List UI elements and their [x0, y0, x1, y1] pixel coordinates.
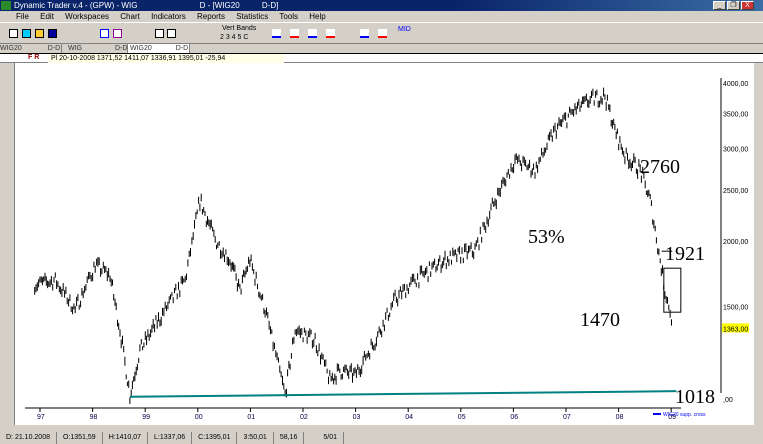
- x-tick-label: 00: [195, 414, 203, 421]
- status-field: C:1395,01: [192, 432, 238, 444]
- menu-reports[interactable]: Reports: [197, 12, 225, 21]
- tab-wig[interactable]: WIG D-D: [66, 44, 128, 53]
- trend-tool-icon-3[interactable]: [308, 29, 317, 38]
- status-field: 58,16: [274, 432, 305, 444]
- save-icon[interactable]: [48, 29, 57, 38]
- x-tick-label: 08: [616, 414, 624, 421]
- x-tick-label: 03: [353, 414, 361, 421]
- menu-tools[interactable]: Tools: [279, 12, 298, 21]
- status-field: D: 21.10.2008: [0, 432, 57, 444]
- y-tick-label: 3500,00: [723, 111, 748, 118]
- new-file-icon[interactable]: [9, 29, 18, 38]
- tab-label: WIG20: [0, 45, 22, 52]
- minimize-button[interactable]: _: [713, 1, 726, 10]
- status-field: O:1351,59: [57, 432, 103, 444]
- support-trendline: [129, 390, 677, 398]
- mid-tool-button[interactable]: MID: [398, 26, 411, 33]
- tab-wig20[interactable]: WIG20 D-D: [0, 44, 62, 53]
- chart-tabs: WIG20 D-D WIG D-D WIG20 D-D: [0, 44, 190, 53]
- status-field: H:1410,07: [103, 432, 148, 444]
- tab-period: D-D: [175, 45, 189, 52]
- status-field: 3:50,01: [237, 432, 274, 444]
- annotation-1921: 1921: [665, 243, 705, 265]
- y-tick-label: ,00: [723, 397, 733, 404]
- range-box: [663, 267, 682, 313]
- open-folder-icon[interactable]: [35, 29, 44, 38]
- annotation-53pct: 53%: [528, 226, 565, 248]
- menu-file[interactable]: File: [16, 12, 29, 21]
- x-tick-label: 04: [405, 414, 413, 421]
- flags: F R: [28, 54, 40, 61]
- menu-edit[interactable]: Edit: [40, 12, 54, 21]
- x-tick-label: 98: [90, 414, 98, 421]
- curve-tool-icon[interactable]: [113, 29, 122, 38]
- vert-bands-label: Vert Bands: [222, 25, 257, 32]
- tab-period: D-D: [115, 45, 128, 52]
- x-tick-label: 07: [563, 414, 571, 421]
- band-number-buttons[interactable]: 2 3 4 5 C: [220, 34, 248, 41]
- status-bar: D: 21.10.2008 O:1351,59 H:1410,07 L:1337,06…: [0, 432, 763, 444]
- x-tick-label: 99: [142, 414, 150, 421]
- tab-label: WIG20: [130, 45, 152, 52]
- left-tool-column: [0, 63, 15, 425]
- y-tick-label: 1500,00: [723, 305, 748, 312]
- annotation-1470: 1470: [580, 309, 620, 331]
- tab-label: WIG: [68, 45, 82, 52]
- trend-tool-icon-1[interactable]: [272, 29, 281, 38]
- trend-tool-icon-4[interactable]: [326, 29, 335, 38]
- info-bar: F R Pl 20-10-2008 1371,52 1411,07 1336,9…: [0, 53, 763, 63]
- annotation-1018: 1018: [675, 386, 715, 408]
- rectangle-tool-icon[interactable]: [155, 29, 164, 38]
- title-bar: Dynamic Trader v.4 - (GPW) - WIG D - [WI…: [0, 0, 763, 11]
- line-tool-icon[interactable]: [100, 29, 109, 38]
- menu-statistics[interactable]: Statistics: [236, 12, 268, 21]
- status-field: 5/01: [317, 432, 344, 444]
- right-tool-column: [754, 63, 763, 425]
- y-tick-label: 2000,00: [723, 239, 748, 246]
- current-price-label: 1363,00: [723, 326, 748, 333]
- window-doc-title: D - [WIG20: [199, 1, 240, 10]
- window-doc-period: D-D]: [261, 1, 279, 10]
- trend-tool-icon-2[interactable]: [290, 29, 299, 38]
- menu-indicators[interactable]: Indicators: [151, 12, 186, 21]
- chart-svg: 4000,00 3500,00 3000,00 2500,00 2000,00 1500,…: [25, 78, 749, 421]
- x-tick-label: 06: [510, 414, 518, 421]
- box-tool-icon[interactable]: [167, 29, 176, 38]
- trend-tool-icon-6[interactable]: [378, 29, 387, 38]
- window-title: Dynamic Trader v.4 - (GPW) - WIG: [14, 1, 138, 10]
- annotation-2760: 2760: [640, 156, 680, 178]
- menu-workspaces[interactable]: Workspaces: [65, 12, 109, 21]
- tab-wig20-active[interactable]: WIG20 D-D: [128, 44, 190, 53]
- new-chart-icon[interactable]: [22, 29, 31, 38]
- y-tick-label: 3000,00: [723, 147, 748, 154]
- x-tick-label: 05: [458, 414, 466, 421]
- toolbar: Vert Bands 2 3 4 5 C MID: [0, 22, 763, 44]
- price-chart[interactable]: 4000,00 3500,00 3000,00 2500,00 2000,00 1500,…: [15, 63, 754, 425]
- x-tick-label: 97: [37, 414, 45, 421]
- bar-values: Pl 20-10-2008 1371,52 1411,07 1336,91 13…: [48, 54, 284, 63]
- y-tick-label: 4000,00: [723, 81, 748, 88]
- menu-chart[interactable]: Chart: [120, 12, 140, 21]
- app-logo-icon: [1, 1, 11, 10]
- x-tick-label: 01: [247, 414, 255, 421]
- price-bars: [34, 87, 672, 404]
- trend-tool-icon-5[interactable]: [360, 29, 369, 38]
- legend-label: WIG20 supp. cross: [663, 412, 706, 418]
- menu-help[interactable]: Help: [309, 12, 325, 21]
- menu-bar: File Edit Workspaces Chart Indicators Re…: [0, 11, 763, 22]
- close-button[interactable]: X: [741, 1, 754, 10]
- restore-button[interactable]: ❐: [727, 1, 740, 10]
- status-field: L:1337,06: [148, 432, 193, 444]
- tab-period: D-D: [47, 45, 61, 52]
- y-tick-label: 2500,00: [723, 188, 748, 195]
- x-tick-label: 02: [300, 414, 308, 421]
